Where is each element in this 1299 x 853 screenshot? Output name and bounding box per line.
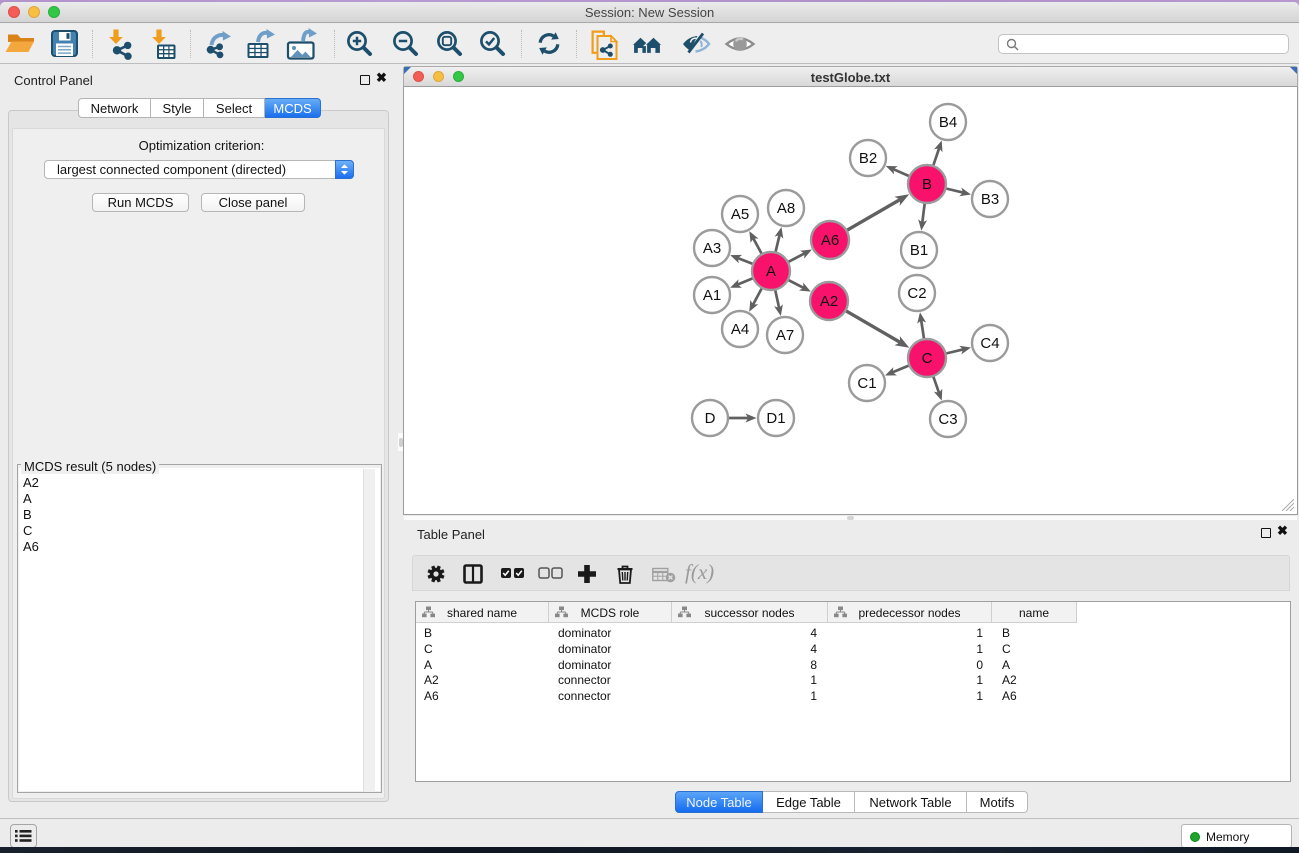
svg-text:B3: B3: [981, 191, 999, 208]
svg-text:A5: A5: [731, 206, 749, 223]
svg-text:B2: B2: [859, 150, 877, 167]
svg-text:D1: D1: [766, 410, 785, 427]
svg-text:A6: A6: [821, 232, 839, 249]
svg-text:C4: C4: [980, 335, 999, 352]
svg-text:A3: A3: [703, 240, 721, 257]
svg-text:A1: A1: [703, 287, 721, 304]
svg-text:A2: A2: [820, 293, 838, 310]
svg-text:B4: B4: [939, 114, 957, 131]
svg-text:A7: A7: [776, 327, 794, 344]
svg-text:C1: C1: [857, 375, 876, 392]
svg-text:B1: B1: [910, 242, 928, 259]
svg-text:C2: C2: [907, 285, 926, 302]
svg-text:C3: C3: [938, 411, 957, 428]
svg-text:A8: A8: [777, 200, 795, 217]
svg-text:A4: A4: [731, 321, 749, 338]
svg-text:C: C: [922, 350, 933, 367]
svg-text:A: A: [766, 263, 776, 280]
svg-text:D: D: [705, 410, 716, 427]
svg-text:B: B: [922, 176, 932, 193]
